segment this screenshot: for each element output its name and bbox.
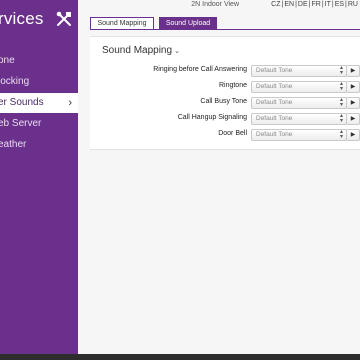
select-arrows-icon: ▴ ▾	[339, 113, 343, 124]
sound-mapping-panel: Sound Mapping ⌄ Ringing before Call Answe…	[90, 36, 360, 150]
play-button[interactable]: ▶	[346, 81, 360, 93]
sidebar-item-user-sounds[interactable]: er Sounds ›	[0, 93, 78, 113]
setting-row: Call Hangup Signaling Default Tone ▴ ▾ ▶	[90, 113, 360, 125]
sidebar-item-label: eb Server	[0, 118, 42, 129]
sidebar-item-label: eather	[0, 139, 27, 150]
sidebar-item-label: one	[0, 55, 15, 66]
sidebar-title: rvices	[0, 9, 44, 28]
play-button[interactable]: ▶	[346, 113, 360, 125]
lang-fr[interactable]: FR	[311, 1, 320, 8]
select-value: Default Tone	[256, 99, 293, 106]
lang-it[interactable]: IT	[325, 1, 331, 8]
sidebar-item-label: er Sounds	[0, 97, 44, 108]
call-hangup-signaling-select[interactable]: Default Tone ▴ ▾	[251, 113, 347, 125]
setting-label: Ringtone	[218, 82, 247, 89]
setting-label: Call Busy Tone	[200, 98, 247, 105]
door-bell-select[interactable]: Default Tone ▴ ▾	[251, 129, 347, 141]
sidebar-item-web-server[interactable]: eb Server	[0, 114, 78, 134]
language-switcher: CZ|EN|DE|FR|IT|ES|RU	[271, 1, 358, 8]
chevron-down-icon: ⌄	[174, 48, 180, 55]
sidebar-item-label: locking	[0, 76, 30, 87]
lang-en[interactable]: EN	[284, 1, 294, 8]
setting-label: Ringing before Call Answering	[153, 66, 247, 73]
lang-de[interactable]: DE	[298, 1, 308, 8]
tools-icon[interactable]	[55, 10, 73, 28]
lang-es[interactable]: ES	[335, 1, 344, 8]
sidebar-item-locking[interactable]: locking	[0, 72, 78, 92]
indoor-view-link[interactable]: 2N Indoor View	[191, 1, 239, 8]
setting-label: Call Hangup Signaling	[177, 114, 247, 121]
call-busy-tone-select[interactable]: Default Tone ▴ ▾	[251, 97, 347, 109]
select-value: Default Tone	[256, 115, 293, 122]
select-value: Default Tone	[256, 67, 293, 74]
setting-label: Door Bell	[218, 130, 247, 137]
sidebar-header: rvices	[0, 0, 78, 38]
lang-cz[interactable]: CZ	[271, 1, 280, 8]
play-button[interactable]: ▶	[346, 129, 360, 141]
lang-ru[interactable]: RU	[348, 1, 358, 8]
select-arrows-icon: ▴ ▾	[339, 97, 343, 108]
ringtone-select[interactable]: Default Tone ▴ ▾	[251, 81, 347, 93]
setting-row: Ringtone Default Tone ▴ ▾ ▶	[90, 81, 360, 93]
select-arrows-icon: ▴ ▾	[339, 129, 343, 140]
section-header[interactable]: Sound Mapping ⌄	[102, 45, 180, 56]
section-title: Sound Mapping	[102, 45, 173, 56]
select-value: Default Tone	[256, 83, 293, 90]
setting-row: Ringing before Call Answering Default To…	[90, 65, 360, 77]
setting-row: Call Busy Tone Default Tone ▴ ▾ ▶	[90, 97, 360, 109]
chevron-right-icon: ›	[68, 97, 72, 109]
bottom-bar	[0, 354, 360, 360]
play-button[interactable]: ▶	[346, 97, 360, 109]
setting-row: Door Bell Default Tone ▴ ▾ ▶	[90, 129, 360, 141]
sidebar-item-phone[interactable]: one	[0, 51, 78, 71]
select-arrows-icon: ▴ ▾	[339, 81, 343, 92]
tab-divider	[90, 29, 360, 30]
select-arrows-icon: ▴ ▾	[339, 65, 343, 76]
sidebar: rvices one locking er Sounds › eb Server…	[0, 0, 78, 356]
ringing-before-answer-select[interactable]: Default Tone ▴ ▾	[251, 65, 347, 77]
play-button[interactable]: ▶	[346, 65, 360, 77]
select-value: Default Tone	[256, 131, 293, 138]
sidebar-item-weather[interactable]: eather	[0, 135, 78, 155]
